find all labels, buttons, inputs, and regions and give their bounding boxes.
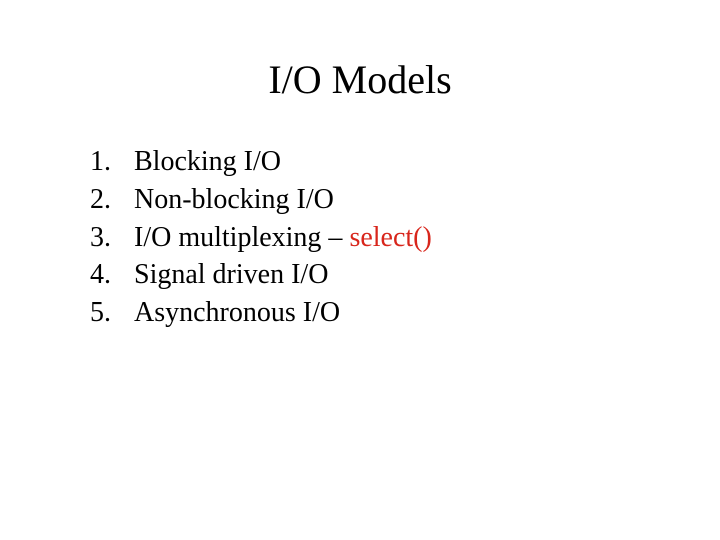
slide-title: I/O Models	[60, 56, 660, 103]
model-list: 1. Blocking I/O 2. Non-blocking I/O 3. I…	[60, 143, 660, 332]
list-item: 5. Asynchronous I/O	[90, 294, 660, 332]
item-number: 5.	[90, 294, 134, 332]
slide: I/O Models 1. Blocking I/O 2. Non-blocki…	[0, 0, 720, 540]
item-text: Signal driven I/O	[134, 256, 660, 294]
item-number: 2.	[90, 181, 134, 219]
item-text: Asynchronous I/O	[134, 294, 660, 332]
item-text: Blocking I/O	[134, 143, 660, 181]
list-item: 4. Signal driven I/O	[90, 256, 660, 294]
list-item: 3. I/O multiplexing – select()	[90, 219, 660, 257]
list-item: 2. Non-blocking I/O	[90, 181, 660, 219]
item-number: 3.	[90, 219, 134, 257]
list-item: 1. Blocking I/O	[90, 143, 660, 181]
item-number: 1.	[90, 143, 134, 181]
item-text: Non-blocking I/O	[134, 181, 660, 219]
item-highlight: select()	[349, 222, 431, 253]
item-text: I/O multiplexing – select()	[134, 219, 660, 257]
item-number: 4.	[90, 256, 134, 294]
